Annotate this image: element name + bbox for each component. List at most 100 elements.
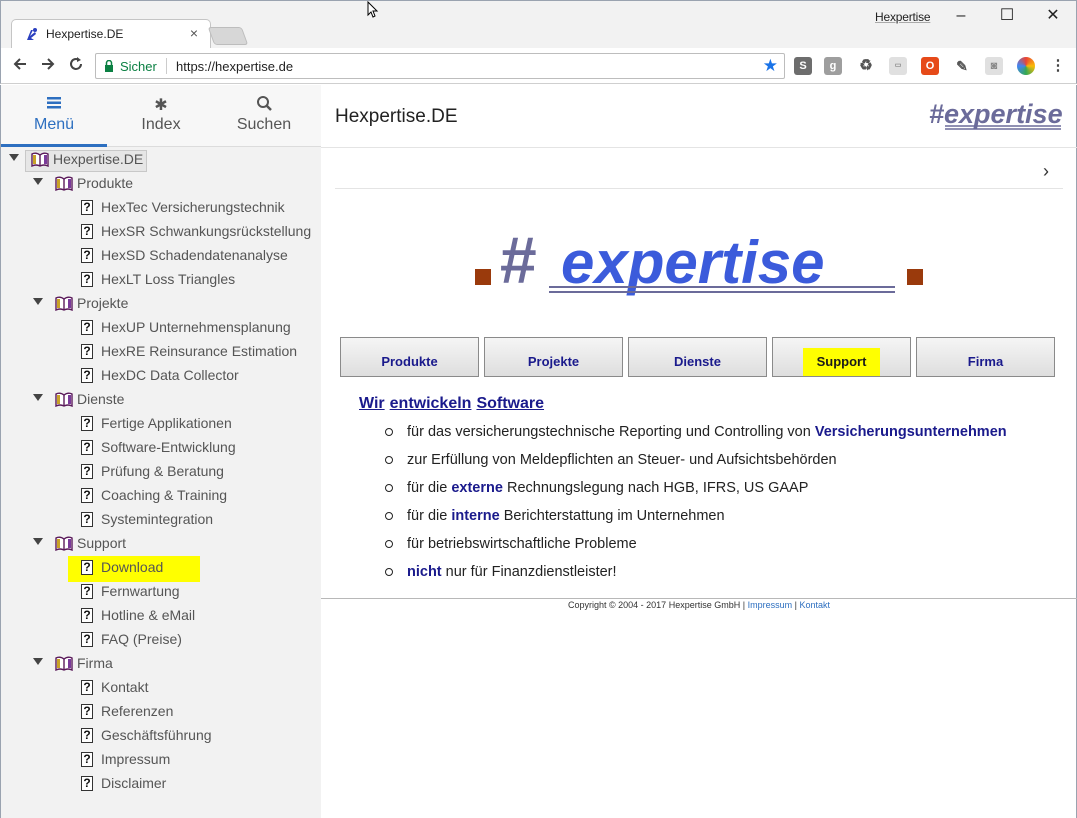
tree-item[interactable]: ? HexSR Schwankungsrückstellung [1, 221, 321, 243]
tree-item[interactable]: ? Geschäftsführung [1, 725, 321, 747]
tree-item[interactable]: ? HexTec Versicherungstechnik [1, 197, 321, 219]
omnibox-divider [166, 58, 167, 74]
tree-folder[interactable]: Projekte [1, 293, 321, 315]
tree-label: Impressum [101, 751, 171, 767]
tab-search[interactable]: Suchen [211, 85, 317, 147]
expand-triangle-icon[interactable] [33, 658, 43, 665]
extension-s-icon[interactable]: S [794, 57, 812, 75]
tree-item[interactable]: ? Referenzen [1, 701, 321, 723]
browser-menu-icon[interactable]: ⋮ [1049, 57, 1067, 75]
tree-item[interactable]: ? HexSD Schadendatenanalyse [1, 245, 321, 267]
breadcrumb-divider [335, 188, 1063, 189]
extension-recycle-icon[interactable]: ♻ [857, 57, 875, 75]
extension-gplus-icon[interactable]: g [824, 57, 842, 75]
header-logo-text: #expertise [929, 99, 1063, 129]
help-page-icon: ? [81, 632, 93, 647]
maximize-button[interactable]: ☐ [987, 5, 1027, 27]
tree-item[interactable]: ? Impressum [1, 749, 321, 771]
kontakt-link[interactable]: Kontakt [799, 600, 830, 610]
impressum-link[interactable]: Impressum [748, 600, 793, 610]
tree-item[interactable]: ? Systemintegration [1, 509, 321, 531]
headline-word-1[interactable]: Wir [359, 395, 385, 412]
open-book-icon [31, 152, 49, 167]
tree-label: Download [101, 559, 164, 575]
help-page-icon: ? [81, 776, 93, 791]
nav-button-support[interactable]: Support [772, 337, 911, 377]
bookmark-star-icon[interactable]: ★ [763, 56, 778, 76]
list-item-text-part: für betriebswirtschaftliche Probleme [407, 536, 637, 552]
expand-triangle-icon[interactable] [33, 394, 43, 401]
tree-item[interactable]: ? Coaching & Training [1, 485, 321, 507]
open-book-icon [55, 656, 73, 671]
headline-word-3[interactable]: Software [476, 395, 544, 412]
tree-item[interactable]: ? Fernwartung [1, 581, 321, 603]
tree-item[interactable]: ? Kontakt [1, 677, 321, 699]
nav-button-firma[interactable]: Firma [916, 337, 1055, 377]
browser-toolbar: Sicher https://hexpertise.de ★ S g ♻ ▭ O… [0, 48, 1077, 84]
tree-label: Coaching & Training [101, 487, 228, 503]
back-button[interactable] [9, 55, 31, 77]
nav-button-produkte[interactable]: Produkte [340, 337, 479, 377]
tree-item[interactable]: ? HexUP Unternehmensplanung [1, 317, 321, 339]
extension-office-icon[interactable]: O [921, 57, 939, 75]
help-page-icon: ? [81, 584, 93, 599]
tree-item[interactable]: ? Hotline & eMail [1, 605, 321, 627]
tree-item[interactable]: ? Prüfung & Beratung [1, 461, 321, 483]
extension-camera-icon[interactable]: ◙ [985, 57, 1003, 75]
close-window-button[interactable]: ✕ [1033, 5, 1073, 27]
list-item-text: für betriebswirtschaftliche Probleme [407, 536, 637, 552]
sidebar-tabs: Menü ✱ Index Suchen [1, 85, 321, 147]
expand-triangle-icon[interactable] [33, 538, 43, 545]
tree-item[interactable]: ? Download [1, 556, 321, 582]
headline-word-2[interactable]: entwickeln [390, 395, 472, 412]
tree-label: Referenzen [101, 703, 174, 719]
search-icon [211, 95, 317, 115]
address-bar[interactable]: Sicher https://hexpertise.de ★ [95, 53, 785, 79]
tree-item[interactable]: ? HexRE Reinsurance Estimation [1, 341, 321, 363]
tree-item[interactable]: ? HexLT Loss Triangles [1, 269, 321, 291]
forward-button[interactable] [37, 55, 59, 77]
tree-item[interactable]: ? Software-Entwicklung [1, 437, 321, 459]
help-page-icon: ? [81, 224, 93, 239]
tree-item[interactable]: ? Disclaimer [1, 773, 321, 795]
tab-index[interactable]: ✱ Index [108, 85, 214, 147]
nav-button-dienste[interactable]: Dienste [628, 337, 767, 377]
tree-folder[interactable]: Dienste [1, 389, 321, 411]
tab-menu[interactable]: Menü [1, 85, 107, 147]
tree-label: Fertige Applikationen [101, 415, 232, 431]
reload-icon [70, 57, 82, 70]
next-page-chevron-icon[interactable]: › [1043, 161, 1049, 182]
new-tab-button[interactable] [207, 27, 249, 45]
tree-folder[interactable]: Produkte [1, 173, 321, 195]
tree-item[interactable]: ? HexDC Data Collector [1, 365, 321, 387]
extension-eyedropper-icon[interactable]: ✎ [953, 57, 971, 75]
help-page-icon: ? [81, 440, 93, 455]
list-item-emphasis: externe [451, 480, 503, 496]
bullet-circle-icon [385, 540, 393, 548]
list-item-text-rest: Rechnungslegung nach HGB, IFRS, US GAAP [502, 480, 809, 496]
tab-close-icon[interactable]: × [190, 25, 198, 41]
minimize-button[interactable]: – [941, 5, 981, 27]
tree-label: Fernwartung [101, 583, 180, 599]
expand-triangle-icon[interactable] [33, 178, 43, 185]
list-item-text: für das versicherungstechnische Reportin… [407, 424, 1007, 440]
tree-folder[interactable]: Hexpertise.DE [1, 149, 321, 172]
extension-box-icon[interactable]: ▭ [889, 57, 907, 75]
extension-chrome-icon[interactable] [1017, 57, 1035, 75]
tree-item[interactable]: ? Fertige Applikationen [1, 413, 321, 435]
tree-item[interactable]: ? FAQ (Preise) [1, 629, 321, 651]
tab-search-label: Suchen [236, 116, 292, 133]
tree-label: HexLT Loss Triangles [101, 271, 236, 287]
nav-button-label: Dienste [674, 354, 721, 369]
nav-button-label: Support [802, 348, 881, 376]
expand-triangle-icon[interactable] [33, 298, 43, 305]
tree-label: Geschäftsführung [101, 727, 212, 743]
tree-folder[interactable]: Support [1, 533, 321, 555]
expand-triangle-icon[interactable] [9, 154, 19, 161]
url-text[interactable]: https://hexpertise.de [176, 59, 293, 74]
tree-folder[interactable]: Firma [1, 653, 321, 675]
reload-button[interactable] [65, 55, 87, 77]
tree-label: HexUP Unternehmensplanung [101, 319, 291, 335]
nav-button-projekte[interactable]: Projekte [484, 337, 623, 377]
browser-tab[interactable]: Hexpertise.DE × [11, 19, 211, 49]
